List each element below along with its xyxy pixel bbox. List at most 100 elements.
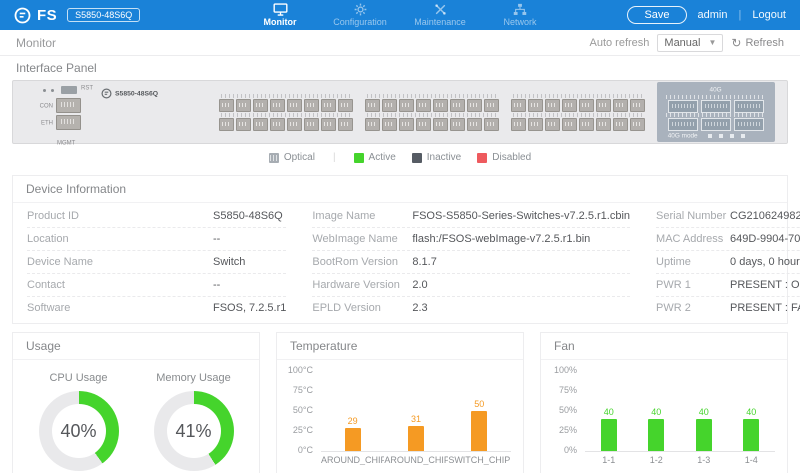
sfp-port[interactable]: [467, 99, 482, 112]
sfp-port[interactable]: [287, 118, 302, 131]
sfp-port[interactable]: [365, 118, 380, 131]
sfp-port[interactable]: [630, 99, 645, 112]
switch-faceplate: RST CON ETH MGMT S5850-4: [12, 80, 788, 144]
sfp-port[interactable]: [304, 118, 319, 131]
sfp-port[interactable]: [433, 118, 448, 131]
eth-port[interactable]: [56, 115, 81, 130]
refresh-mode-select[interactable]: Manual ▼: [657, 34, 723, 52]
sfp-port[interactable]: [253, 118, 268, 131]
console-port[interactable]: [56, 98, 81, 113]
fan-card: Fan 0%25%50%75%100%404040401-11-21-31-4O…: [540, 332, 788, 473]
qsfp-port[interactable]: [668, 118, 698, 131]
sfp-port[interactable]: [399, 118, 414, 131]
info-row-image-name: Image NameFSOS-S5850-Series-Switches-v7.…: [312, 205, 630, 228]
fan-title: Fan: [541, 333, 787, 360]
usage-gauges: CPU Usage40%Memory Usage41%: [13, 360, 259, 473]
bar-1-1[interactable]: [601, 419, 617, 451]
sfp-port[interactable]: [528, 118, 543, 131]
qsfp-port[interactable]: [701, 118, 731, 131]
qsfp-row-bottom: [662, 118, 770, 131]
sfp-port[interactable]: [304, 99, 319, 112]
nav-tab-configuration[interactable]: Configuration: [320, 0, 400, 30]
qsfp-port[interactable]: [701, 100, 731, 113]
sfp-port[interactable]: [338, 99, 353, 112]
info-label: Software: [27, 302, 213, 314]
sfp-port[interactable]: [321, 99, 336, 112]
sfp-port[interactable]: [321, 118, 336, 131]
username[interactable]: admin: [698, 9, 728, 21]
sfp-port[interactable]: [579, 99, 594, 112]
monitor-icon: [273, 3, 288, 16]
qsfp-row-top: [662, 100, 770, 113]
sfp-port[interactable]: [562, 118, 577, 131]
port-number-row: [221, 94, 351, 98]
port-number-row: [367, 94, 497, 98]
sfp-port[interactable]: [511, 99, 526, 112]
legend-inactive: Inactive: [412, 152, 461, 163]
sfp-port[interactable]: [253, 99, 268, 112]
sfp-port[interactable]: [562, 99, 577, 112]
nav-tab-monitor[interactable]: Monitor: [240, 0, 320, 30]
sfp-port[interactable]: [399, 99, 414, 112]
info-row-hardware-version: Hardware Version2.0: [312, 274, 630, 297]
sfp-port[interactable]: [236, 99, 251, 112]
sfp-port[interactable]: [528, 99, 543, 112]
sfp-port[interactable]: [630, 118, 645, 131]
save-button[interactable]: Save: [627, 6, 686, 24]
sfp-port[interactable]: [416, 99, 431, 112]
refresh-icon: ↻: [731, 36, 741, 50]
sfp-port[interactable]: [484, 118, 499, 131]
sfp-port[interactable]: [613, 99, 628, 112]
sfp-port[interactable]: [579, 118, 594, 131]
sfp-port[interactable]: [450, 118, 465, 131]
sfp-port[interactable]: [287, 99, 302, 112]
sfp-port[interactable]: [365, 99, 380, 112]
info-row-mac-address: MAC Address649D-9904-7009: [656, 228, 800, 251]
info-value: CG2106249821N00013: [730, 210, 800, 222]
sfp-port[interactable]: [219, 118, 234, 131]
sfp-port[interactable]: [338, 118, 353, 131]
nav-tab-maintenance[interactable]: Maintenance: [400, 0, 480, 30]
sfp-port-row: [219, 99, 353, 112]
donut-chart: 40%: [39, 391, 119, 471]
plot-area: 40404040: [585, 372, 775, 451]
sfp-port[interactable]: [545, 99, 560, 112]
logout-link[interactable]: Logout: [752, 9, 786, 21]
nav-tab-network[interactable]: Network: [480, 0, 560, 30]
qsfp-port[interactable]: [668, 100, 698, 113]
sfp-port[interactable]: [596, 118, 611, 131]
sfp-port[interactable]: [270, 99, 285, 112]
bar-AROUND_CHIP[interactable]: [345, 428, 361, 451]
qsfp-port[interactable]: [734, 100, 764, 113]
sfp-port[interactable]: [433, 99, 448, 112]
sfp-port[interactable]: [545, 118, 560, 131]
refresh-button[interactable]: ↻ Refresh: [731, 36, 784, 50]
y-tick: 0%: [564, 446, 577, 455]
info-label: Device Name: [27, 256, 213, 268]
info-value: FSOS-S5850-Series-Switches-v7.2.5.r1.cbi…: [412, 210, 630, 222]
bar-slot: 31: [384, 372, 447, 451]
chart-plot: 0%25%50%75%100%40404040: [585, 372, 775, 452]
bar-SWITCH_CHIP[interactable]: [471, 411, 487, 451]
sfp-port[interactable]: [484, 99, 499, 112]
qsfp-port[interactable]: [734, 118, 764, 131]
bar-1-3[interactable]: [696, 419, 712, 451]
sfp-port[interactable]: [450, 99, 465, 112]
y-tick: 50°C: [293, 406, 313, 415]
sfp-port[interactable]: [416, 118, 431, 131]
device-info-section: Device Information Product IDS5850-48S6Q…: [12, 175, 788, 324]
sfp-port[interactable]: [596, 99, 611, 112]
sfp-port[interactable]: [382, 118, 397, 131]
sfp-port[interactable]: [270, 118, 285, 131]
sfp-port[interactable]: [219, 99, 234, 112]
info-value: 2.3: [412, 302, 427, 314]
sfp-port[interactable]: [382, 99, 397, 112]
sfp-port[interactable]: [511, 118, 526, 131]
sfp-port[interactable]: [467, 118, 482, 131]
bar-AROUND_CHIP[interactable]: [408, 426, 424, 451]
sfp-port[interactable]: [613, 118, 628, 131]
bar-1-4[interactable]: [743, 419, 759, 451]
sfp-port[interactable]: [236, 118, 251, 131]
info-row-location: Location--: [27, 228, 286, 251]
bar-1-2[interactable]: [648, 419, 664, 451]
